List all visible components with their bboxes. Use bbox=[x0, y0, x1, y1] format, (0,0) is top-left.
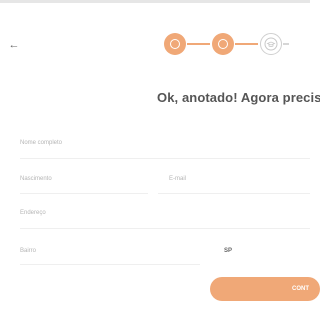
step-2-done bbox=[212, 33, 234, 55]
step-connector-1 bbox=[187, 43, 210, 45]
top-bar bbox=[0, 0, 310, 3]
step-3-pending bbox=[260, 33, 282, 55]
birth-date-underline bbox=[20, 193, 148, 194]
step-connector-2 bbox=[235, 43, 258, 45]
circle-ring-icon bbox=[218, 39, 228, 49]
state-select[interactable]: SP bbox=[224, 248, 232, 254]
full-name-underline bbox=[20, 158, 310, 159]
address-underline bbox=[20, 228, 310, 229]
arrow-left-icon: ← bbox=[8, 39, 20, 51]
email-underline bbox=[158, 193, 310, 194]
cap-icon bbox=[264, 37, 278, 51]
back-button[interactable]: ← bbox=[7, 38, 21, 52]
progress-stepper bbox=[164, 33, 314, 59]
continue-button[interactable]: CONT bbox=[210, 277, 320, 301]
email-field[interactable]: E-mail bbox=[169, 176, 186, 182]
address-field[interactable]: Endereço bbox=[20, 210, 46, 216]
circle-ring-icon bbox=[170, 39, 180, 49]
step-1-done bbox=[164, 33, 186, 55]
step-connector-3 bbox=[283, 43, 289, 45]
full-name-field[interactable]: Nome completo bbox=[20, 140, 62, 146]
district-field[interactable]: Bairro bbox=[20, 248, 36, 254]
birth-date-field[interactable]: Nascimento bbox=[20, 176, 52, 182]
page-title: Ok, anotado! Agora precisai bbox=[157, 90, 320, 105]
district-underline bbox=[20, 264, 200, 265]
